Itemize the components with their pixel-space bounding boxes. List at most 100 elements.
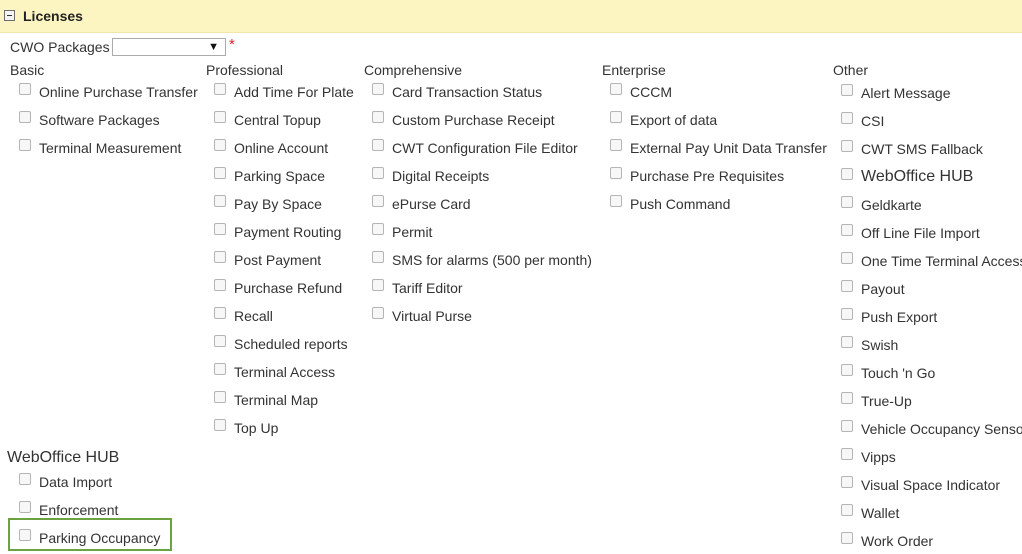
column-title-enterprise: Enterprise (602, 62, 666, 78)
license-label: Custom Purchase Receipt (392, 112, 555, 128)
license-label: SMS for alarms (500 per month) (392, 252, 592, 268)
license-label: Payout (861, 281, 905, 297)
license-label: Purchase Pre Requisites (630, 168, 785, 184)
license-checkbox[interactable] (214, 419, 226, 431)
license-checkbox[interactable] (372, 195, 384, 207)
section-title: Licenses (23, 8, 83, 24)
license-label: External Pay Unit Data Transfer (630, 140, 827, 156)
license-checkbox[interactable] (214, 223, 226, 235)
license-checkbox[interactable] (214, 251, 226, 263)
license-checkbox[interactable] (214, 391, 226, 403)
license-label: Vehicle Occupancy Sensor (861, 421, 1022, 437)
license-checkbox[interactable] (610, 139, 622, 151)
license-label: ePurse Card (392, 196, 471, 212)
license-checkbox[interactable] (214, 139, 226, 151)
license-checkbox[interactable] (214, 307, 226, 319)
required-marker: * (229, 36, 235, 53)
license-label: Digital Receipts (392, 168, 490, 184)
license-checkbox[interactable] (214, 363, 226, 375)
license-checkbox[interactable] (841, 364, 853, 376)
license-checkbox[interactable] (841, 196, 853, 208)
license-checkbox[interactable] (610, 195, 622, 207)
license-label: Online Account (234, 140, 329, 156)
license-checkbox[interactable] (214, 279, 226, 291)
license-label: Alert Message (861, 85, 951, 101)
license-label: Push Command (630, 196, 731, 212)
license-checkbox[interactable] (841, 224, 853, 236)
license-checkbox[interactable] (841, 280, 853, 292)
license-checkbox[interactable] (841, 420, 853, 432)
license-label: CWT Configuration File Editor (392, 140, 578, 156)
license-checkbox[interactable] (372, 111, 384, 123)
cwo-packages-select[interactable]: ▼ (112, 38, 226, 56)
license-label: Purchase Refund (234, 280, 343, 296)
license-checkbox[interactable] (372, 279, 384, 291)
license-label: Vipps (861, 449, 896, 465)
license-checkbox[interactable] (19, 83, 31, 95)
collapse-minus-icon[interactable] (4, 10, 15, 21)
license-checkbox[interactable] (610, 167, 622, 179)
license-checkbox[interactable] (841, 308, 853, 320)
license-label: Card Transaction Status (392, 84, 543, 100)
license-label: Data Import (39, 474, 113, 490)
license-label: CSI (861, 113, 885, 129)
license-checkbox[interactable] (214, 335, 226, 347)
license-checkbox[interactable] (841, 252, 853, 264)
license-checkbox[interactable] (214, 195, 226, 207)
license-label: Geldkarte (861, 197, 922, 213)
license-label: Work Order (861, 533, 934, 549)
dropdown-arrow-icon[interactable]: ▼ (208, 39, 219, 56)
license-checkbox[interactable] (841, 504, 853, 516)
license-label: Pay By Space (234, 196, 322, 212)
license-checkbox[interactable] (214, 167, 226, 179)
license-checkbox[interactable] (841, 476, 853, 488)
license-label: Central Topup (234, 112, 321, 128)
license-label: Enforcement (39, 502, 119, 518)
license-label: Wallet (861, 505, 900, 521)
license-checkbox[interactable] (841, 84, 853, 96)
license-label: Online Purchase Transfer (39, 84, 198, 100)
license-label: Terminal Measurement (39, 140, 182, 156)
license-checkbox[interactable] (610, 83, 622, 95)
license-label: Touch 'n Go (861, 365, 936, 381)
license-label: Swish (861, 337, 899, 353)
column-title-professional: Professional (206, 62, 284, 78)
license-checkbox[interactable] (841, 168, 853, 180)
license-label: Push Export (861, 309, 938, 325)
license-checkbox[interactable] (841, 448, 853, 460)
license-label: Recall (234, 308, 273, 324)
license-label: CWT SMS Fallback (861, 141, 983, 157)
license-checkbox[interactable] (19, 111, 31, 123)
license-label: Parking Space (234, 168, 326, 184)
license-checkbox[interactable] (841, 336, 853, 348)
license-checkbox[interactable] (372, 139, 384, 151)
license-label: Add Time For Plate (234, 84, 354, 100)
license-label: Scheduled reports (234, 336, 348, 352)
license-checkbox[interactable] (372, 83, 384, 95)
license-checkbox[interactable] (841, 112, 853, 124)
license-label: Post Payment (234, 252, 322, 268)
license-label: Export of data (630, 112, 718, 128)
license-label: Permit (392, 224, 433, 240)
license-checkbox[interactable] (372, 223, 384, 235)
weboffice-hub-title: WebOffice HUB (7, 449, 120, 466)
license-checkbox[interactable] (610, 111, 622, 123)
license-checkbox[interactable] (841, 532, 853, 544)
column-title-basic: Basic (10, 62, 45, 78)
license-checkbox[interactable] (19, 501, 31, 513)
licenses-header: Licenses (0, 0, 1022, 33)
license-checkbox[interactable] (19, 139, 31, 151)
license-label: WebOffice HUB (861, 168, 974, 185)
license-checkbox[interactable] (372, 167, 384, 179)
column-title-comprehensive: Comprehensive (364, 62, 463, 78)
license-label: Visual Space Indicator (861, 477, 1001, 493)
license-checkbox[interactable] (372, 307, 384, 319)
license-checkbox[interactable] (841, 140, 853, 152)
license-checkbox[interactable] (372, 251, 384, 263)
license-label: Terminal Map (234, 392, 319, 408)
cwo-packages-label: CWO Packages (10, 39, 110, 55)
license-checkbox[interactable] (19, 473, 31, 485)
license-checkbox[interactable] (841, 392, 853, 404)
license-checkbox[interactable] (214, 83, 226, 95)
license-checkbox[interactable] (214, 111, 226, 123)
